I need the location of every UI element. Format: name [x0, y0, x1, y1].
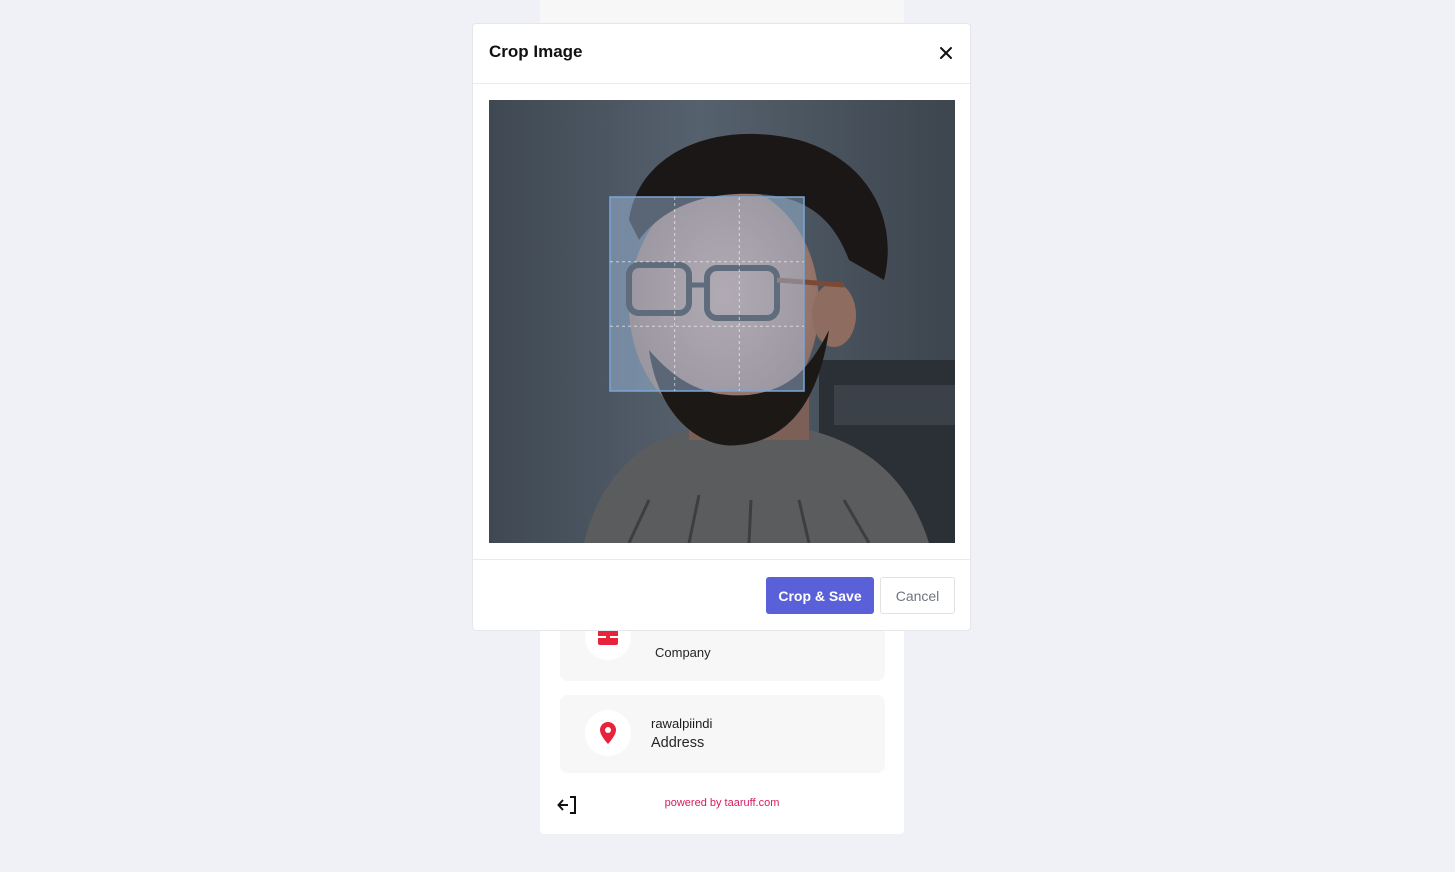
crop-save-button[interactable]: Crop & Save — [766, 577, 874, 614]
modal-header: Crop Image — [473, 24, 970, 84]
cancel-button[interactable]: Cancel — [880, 577, 955, 614]
powered-by-link[interactable]: powered by taaruff.com — [540, 797, 904, 809]
address-value: rawalpiindi — [651, 716, 713, 731]
modal-footer: Crop & Save Cancel — [473, 559, 970, 631]
modal-title: Crop Image — [489, 42, 583, 61]
crop-canvas[interactable] — [489, 100, 955, 543]
crop-image-modal: Crop Image Crop & Save Cancel — [472, 23, 971, 631]
close-icon[interactable] — [936, 43, 956, 63]
profile-card-header — [540, 0, 904, 24]
company-label: Company — [655, 645, 711, 660]
location-pin-icon — [585, 710, 631, 756]
crop-selection[interactable] — [609, 196, 805, 392]
address-label: Address — [651, 735, 705, 751]
address-row: rawalpiindi Address — [560, 695, 885, 773]
photo-preview — [489, 100, 955, 543]
